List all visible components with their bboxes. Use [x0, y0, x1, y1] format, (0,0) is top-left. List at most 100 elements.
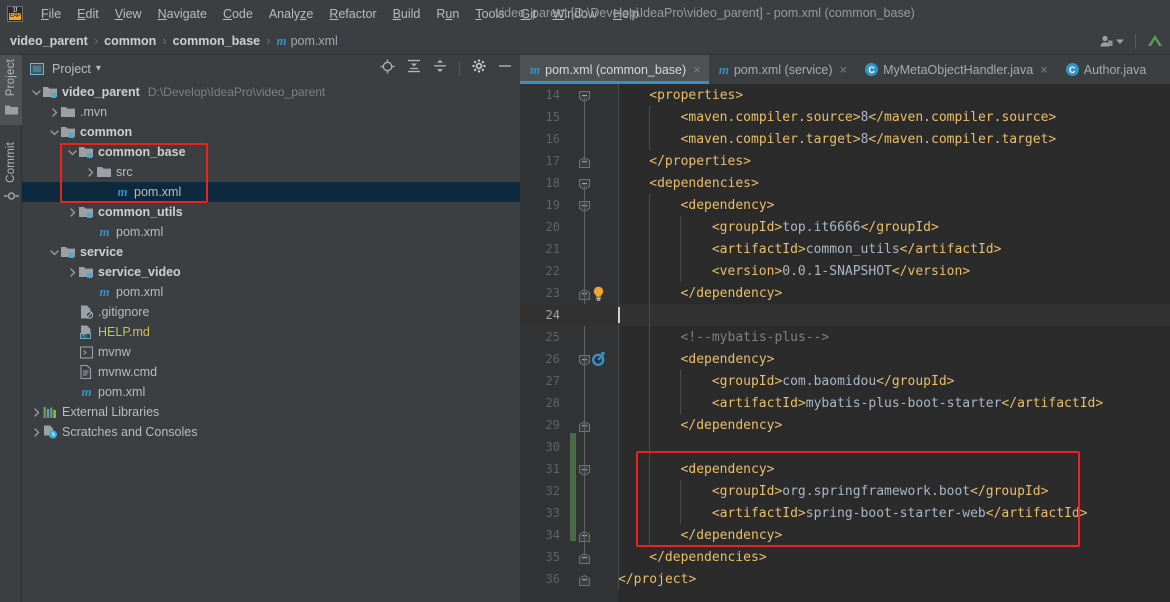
collapse-all-icon[interactable] — [433, 59, 447, 78]
line-number: 14 — [545, 88, 560, 102]
code-text: <artifactId>common_utils</artifactId> — [711, 241, 1002, 257]
tree-node-pom-xml[interactable]: m pom.xml — [22, 182, 520, 202]
tree-node-help-md[interactable]: MD HELP.md — [22, 322, 520, 342]
expand-all-icon[interactable] — [407, 59, 421, 78]
tree-node-mvnw[interactable]: mvnw — [22, 342, 520, 362]
tree-node-label: mvnw — [98, 345, 131, 359]
tree-node--gitignore[interactable]: .gitignore — [22, 302, 520, 322]
editor-tab-mymetaobjecthandler-java[interactable]: C MyMetaObjectHandler.java × — [855, 55, 1056, 84]
indent-guide — [680, 480, 681, 524]
code-text: <maven.compiler.target>8</maven.compiler… — [680, 131, 1057, 147]
code-editor[interactable]: 14 <properties> 15 <maven.compiler.source>8… — [520, 84, 1170, 602]
menu-item-tools[interactable]: Tools — [467, 4, 512, 24]
breadcrumb-item-common_base[interactable]: common_base — [173, 34, 261, 48]
menu-item-build[interactable]: Build — [385, 4, 429, 24]
tree-node-service[interactable]: service — [22, 242, 520, 262]
code-text: </dependency> — [680, 417, 783, 433]
line-number: 25 — [545, 330, 560, 344]
editor-tab-label: MyMetaObjectHandler.java — [883, 62, 1034, 77]
chevron-down-icon[interactable]: ▾ — [96, 63, 101, 74]
editor-tab-pom-xml--service-[interactable]: m pom.xml (service) × — [709, 55, 855, 84]
breadcrumb-item-pom-xml[interactable]: pom.xml — [291, 34, 338, 48]
tree-node-mvnw-cmd[interactable]: mvnw.cmd — [22, 362, 520, 382]
editor-tab-label: pom.xml (service) — [733, 62, 833, 77]
tree-node-scratches-and-consoles[interactable]: Scratches and Consoles — [22, 422, 520, 442]
tree-node-video_parent[interactable]: video_parent D:\Develop\IdeaPro\video_par… — [22, 82, 520, 102]
tree-node--mvn[interactable]: .mvn — [22, 102, 520, 122]
chevron-right-icon[interactable] — [30, 402, 42, 422]
user-settings-icon[interactable] — [1099, 34, 1125, 48]
breadcrumb-item-video_parent[interactable]: video_parent — [10, 34, 88, 48]
chevron-right-icon[interactable] — [48, 102, 60, 122]
tree-node-pom-xml[interactable]: m pom.xml — [22, 222, 520, 242]
menu-item-run[interactable]: Run — [428, 4, 467, 24]
indent-guide — [649, 194, 650, 546]
scratches-icon — [42, 422, 59, 442]
rail-button-project[interactable]: Project — [0, 55, 22, 126]
chevron-right-icon[interactable] — [84, 162, 96, 182]
code-text: </dependency> — [680, 527, 783, 543]
indent-guide — [680, 216, 681, 282]
chevron-right-icon[interactable] — [66, 202, 78, 222]
chevron-down-icon[interactable] — [30, 82, 42, 102]
menu-item-refactor[interactable]: Refactor — [321, 4, 384, 24]
menu-item-view[interactable]: View — [107, 4, 150, 24]
locate-target-icon[interactable] — [380, 59, 395, 79]
settings-gear-icon[interactable] — [472, 59, 486, 78]
module-folder-icon — [60, 122, 77, 142]
code-text: <dependency> — [680, 197, 775, 213]
text-caret — [618, 307, 620, 323]
tree-node-pom-xml[interactable]: m pom.xml — [22, 282, 520, 302]
navigation-bar: video_parent › common › common_base › m pom.xml — [0, 27, 1170, 55]
tree-node-common_utils[interactable]: common_utils — [22, 202, 520, 222]
editor-tab-pom-xml--common_base-[interactable]: m pom.xml (common_base) × — [520, 55, 709, 84]
menu-item-code[interactable]: Code — [215, 4, 261, 24]
tree-node-pom-xml[interactable]: m pom.xml — [22, 382, 520, 402]
chevron-right-icon[interactable] — [30, 422, 42, 442]
editor-tab-author-java[interactable]: C Author.java — [1056, 55, 1155, 84]
hide-panel-icon[interactable] — [498, 59, 512, 78]
tree-node-label: service — [80, 245, 124, 259]
menu-item-window[interactable]: Window — [544, 4, 604, 24]
menu-item-help[interactable]: Help — [605, 4, 647, 24]
vcs-update-icon[interactable] — [1146, 33, 1164, 49]
indent-guide — [680, 370, 681, 414]
rail-button-commit[interactable]: Commit — [0, 138, 22, 212]
maven-reimport-icon[interactable] — [591, 352, 606, 371]
tree-node-common_base[interactable]: common_base — [22, 142, 520, 162]
tree-node-common[interactable]: common — [22, 122, 520, 142]
line-number: 30 — [545, 440, 560, 454]
close-icon[interactable]: × — [693, 63, 701, 76]
menu-item-navigate[interactable]: Navigate — [150, 4, 215, 24]
line-number: 35 — [545, 550, 560, 564]
tree-node-service_video[interactable]: service_video — [22, 262, 520, 282]
chevron-right-icon[interactable] — [66, 262, 78, 282]
code-text: </project> — [618, 571, 697, 587]
tree-node-label: common_utils — [98, 205, 183, 219]
module-folder-icon — [60, 242, 77, 262]
libraries-icon — [42, 402, 59, 422]
menu-item-edit[interactable]: Edit — [69, 4, 107, 24]
chevron-down-icon[interactable] — [48, 122, 60, 142]
folder-icon — [96, 162, 113, 182]
breadcrumb-item-common[interactable]: common — [104, 34, 156, 48]
chevron-down-icon[interactable] — [48, 242, 60, 262]
editor-tab-label: Author.java — [1083, 62, 1147, 77]
intention-bulb-icon[interactable] — [592, 286, 605, 306]
line-number: 28 — [545, 396, 560, 410]
tree-node-label: mvnw.cmd — [98, 365, 158, 379]
menu-item-git[interactable]: Git — [513, 4, 545, 24]
close-icon[interactable]: × — [839, 63, 847, 76]
tree-node-label: video_parent — [62, 85, 140, 99]
menu-item-file[interactable]: File — [33, 4, 69, 24]
project-panel-header: Project ▾ — [22, 55, 520, 82]
line-number: 32 — [545, 484, 560, 498]
menu-item-analyze[interactable]: Analyze — [261, 4, 321, 24]
close-icon[interactable]: × — [1040, 63, 1048, 76]
tree-node-external-libraries[interactable]: External Libraries — [22, 402, 520, 422]
chevron-down-icon[interactable] — [66, 142, 78, 162]
tree-node-src[interactable]: src — [22, 162, 520, 182]
project-file-tree[interactable]: video_parent D:\Develop\IdeaPro\video_par… — [22, 82, 520, 602]
